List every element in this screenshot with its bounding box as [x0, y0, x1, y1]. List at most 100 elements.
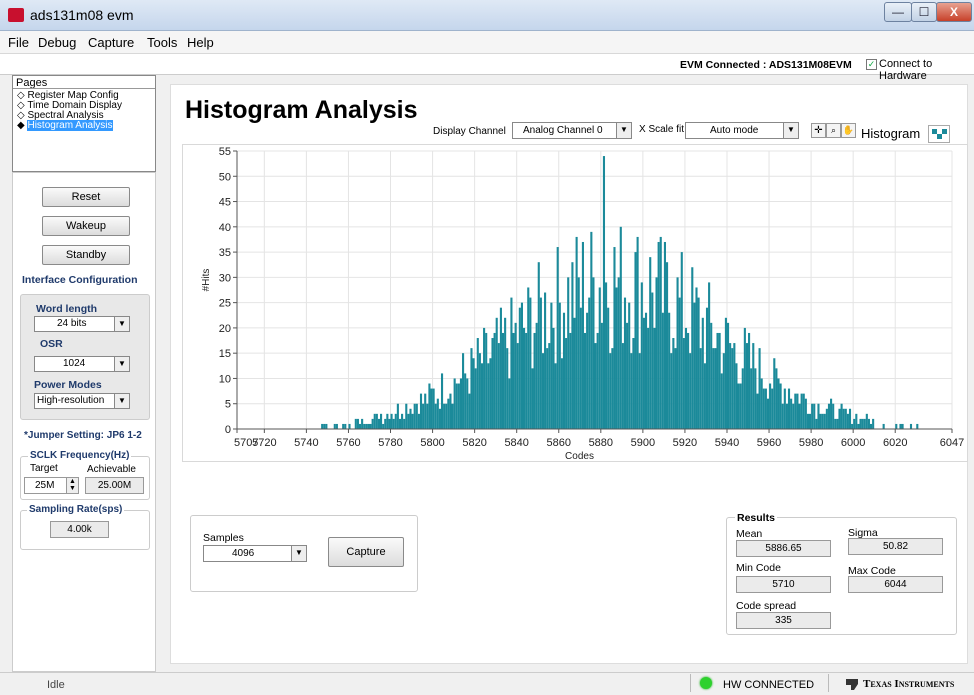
histogram-bar [739, 383, 742, 429]
histogram-bar [701, 317, 704, 429]
y-tick-label: 25 [219, 298, 231, 310]
histogram-bar [735, 363, 738, 429]
minimize-button[interactable]: — [884, 2, 912, 22]
histogram-bar [363, 423, 366, 429]
histogram-bar [844, 408, 847, 429]
standby-button[interactable]: Standby [42, 245, 130, 265]
histogram-bar [581, 241, 584, 429]
histogram-bar [588, 297, 591, 429]
page-item-histogram[interactable]: ◆ Histogram Analysis [17, 120, 113, 131]
close-button[interactable]: X [936, 2, 972, 22]
histogram-bar [417, 413, 420, 429]
chevron-down-icon[interactable]: ▼ [291, 546, 306, 561]
histogram-bar [783, 388, 786, 429]
histogram-bar [520, 302, 523, 429]
spinner-icon[interactable]: ▲ ▼ [66, 478, 78, 493]
histogram-bar [640, 282, 643, 429]
histogram-bar [483, 327, 486, 429]
histogram-bar [501, 332, 505, 429]
histogram-bar [842, 408, 845, 429]
interface-config-title: Interface Configuration [22, 274, 138, 286]
reset-button[interactable]: Reset [42, 187, 130, 207]
pan-hand-icon[interactable]: ✋ [841, 123, 856, 138]
histogram-bar [769, 383, 772, 429]
chevron-down-icon[interactable]: ▼ [114, 357, 129, 371]
hw-led-icon [700, 677, 712, 689]
connect-hardware-checkbox[interactable]: ✓ [866, 59, 877, 70]
histogram-bar [642, 317, 645, 429]
osr-select[interactable]: 1024 ▼ [34, 356, 130, 372]
samples-select[interactable]: 4096 ▼ [203, 545, 307, 562]
histogram-bar [358, 423, 362, 429]
capture-button[interactable]: Capture [328, 537, 404, 567]
zoom-icon[interactable]: ⌕ [826, 123, 841, 138]
histogram-bar [628, 302, 631, 429]
histogram-bar [834, 418, 837, 429]
samples-label: Samples [203, 532, 244, 544]
power-modes-label: Power Modes [34, 379, 102, 391]
histogram-bar [792, 403, 795, 429]
evm-status: EVM Connected : ADS131M08EVM [680, 59, 852, 71]
histogram-bar [497, 343, 500, 429]
histogram-bar [426, 403, 429, 429]
histogram-bar [857, 423, 860, 429]
histogram-bar [691, 267, 694, 429]
histogram-bar [705, 307, 709, 429]
chevron-down-icon[interactable]: ▼ [783, 123, 798, 138]
maximize-button[interactable]: ☐ [911, 2, 937, 22]
histogram-legend-label: Histogram [861, 126, 921, 141]
histogram-bar [583, 332, 587, 429]
histogram-bar [666, 262, 669, 429]
histogram-bar [478, 353, 481, 429]
histogram-bar [592, 277, 595, 429]
histogram-bar [565, 338, 568, 429]
menu-file[interactable]: File [8, 35, 29, 50]
connect-hardware-label: Connect to Hardware [879, 58, 933, 82]
histogram-bar [539, 297, 542, 429]
histogram-bar [552, 327, 555, 429]
histogram-bar [809, 413, 812, 429]
histogram-bar [525, 332, 528, 429]
wakeup-button[interactable]: Wakeup [42, 216, 130, 236]
sclk-target-input[interactable]: 25M ▲ ▼ [24, 477, 79, 494]
histogram-bar [405, 403, 408, 429]
histogram-bar [546, 348, 549, 429]
display-channel-select[interactable]: Analog Channel 0 ▼ [512, 122, 632, 139]
histogram-bar [859, 418, 862, 429]
histogram-bar [617, 277, 620, 429]
histogram-bar [802, 393, 805, 429]
chevron-down-icon[interactable]: ▼ [114, 394, 129, 408]
histogram-chart: 051015202530354045505557075720 5740 5760 57… [201, 146, 964, 460]
menu-capture[interactable]: Capture [88, 35, 134, 50]
y-tick-label: 45 [219, 197, 231, 209]
histogram-bar [422, 403, 425, 429]
x-tick-label: 5880 [589, 437, 613, 449]
crosshair-icon[interactable]: ✛ [811, 123, 826, 138]
histogram-bar [325, 423, 328, 429]
histogram-bar [712, 348, 715, 429]
histogram-bar [396, 403, 399, 429]
histogram-bar [510, 297, 513, 429]
histogram-bar [655, 277, 658, 429]
histogram-bar [390, 413, 393, 429]
histogram-bar [716, 332, 719, 429]
menu-help[interactable]: Help [187, 35, 214, 50]
histogram-bar [901, 423, 904, 429]
x-tick-label: 5920 [673, 437, 697, 449]
histogram-bar [466, 378, 469, 429]
menu-debug[interactable]: Debug [38, 35, 76, 50]
power-modes-select[interactable]: High-resolution ▼ [34, 393, 130, 409]
histogram-bar [851, 423, 854, 429]
histogram-bar [722, 353, 725, 429]
histogram-bar [602, 156, 606, 429]
histogram-bar [415, 403, 418, 429]
xscale-select[interactable]: Auto mode ▼ [685, 122, 799, 139]
menu-tools[interactable]: Tools [147, 35, 177, 50]
chevron-down-icon[interactable]: ▼ [114, 317, 129, 331]
histogram-bar [516, 343, 519, 429]
histogram-bar [506, 348, 509, 429]
histogram-legend-swatch[interactable] [928, 125, 950, 143]
word-length-select[interactable]: 24 bits ▼ [34, 316, 130, 332]
chevron-down-icon[interactable]: ▼ [616, 123, 631, 138]
histogram-plot-icon [932, 129, 947, 139]
